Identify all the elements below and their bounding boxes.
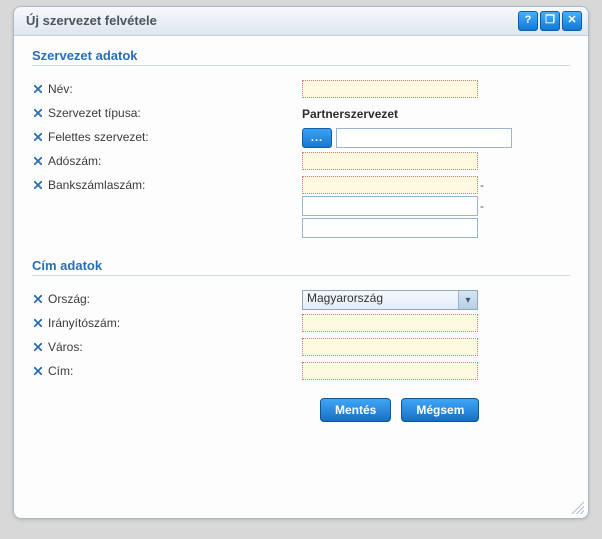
dash-2: - <box>480 199 484 213</box>
titlebar-buttons: ? ❐ ✕ <box>518 11 582 31</box>
label-nev: Név: <box>32 80 302 96</box>
bullet-icon <box>34 295 42 303</box>
bullet-icon <box>34 181 42 189</box>
label-irsz: Irányítószám: <box>32 314 302 330</box>
bullet-icon <box>34 133 42 141</box>
felettes-input[interactable] <box>336 128 512 148</box>
section-szervezet-title: Szervezet adatok <box>32 48 570 66</box>
label-adoszam: Adószám: <box>32 152 302 168</box>
dialog-window: Új szervezet felvétele ? ❐ ✕ Szervezet a… <box>13 6 589 519</box>
bullet-icon <box>34 157 42 165</box>
felettes-lookup-button[interactable]: ... <box>302 128 332 148</box>
tipus-value: Partnerszervezet <box>302 104 398 121</box>
label-tipus: Szervezet típusa: <box>32 104 302 120</box>
label-felettes: Felettes szervezet: <box>32 128 302 144</box>
bankszamla-input-2[interactable] <box>302 196 478 216</box>
bullet-icon <box>34 109 42 117</box>
section-cim-title: Cím adatok <box>32 258 570 276</box>
label-orszag: Ország: <box>32 290 302 306</box>
maximize-button[interactable]: ❐ <box>540 11 560 31</box>
cancel-button[interactable]: Mégsem <box>401 398 479 422</box>
adoszam-input[interactable] <box>302 152 478 170</box>
label-bankszamla: Bankszámlaszám: <box>32 176 302 192</box>
label-varos: Város: <box>32 338 302 354</box>
help-button[interactable]: ? <box>518 11 538 31</box>
bankszamla-input-1[interactable] <box>302 176 478 194</box>
bullet-icon <box>34 85 42 93</box>
label-cim: Cím: <box>32 362 302 378</box>
varos-input[interactable] <box>302 338 478 356</box>
bullet-icon <box>34 319 42 327</box>
orszag-select-value: Magyarország <box>302 290 478 310</box>
irsz-input[interactable] <box>302 314 478 332</box>
cim-input[interactable] <box>302 362 478 380</box>
resize-grip-icon[interactable] <box>570 500 584 514</box>
save-button[interactable]: Mentés <box>320 398 391 422</box>
bullet-icon <box>34 343 42 351</box>
nev-input[interactable] <box>302 80 478 98</box>
window-title: Új szervezet felvétele <box>26 7 157 35</box>
orszag-select[interactable]: Magyarország ▾ <box>302 290 478 310</box>
dash-1: - <box>480 178 484 192</box>
close-button[interactable]: ✕ <box>562 11 582 31</box>
chevron-down-icon: ▾ <box>458 291 477 309</box>
bullet-icon <box>34 367 42 375</box>
bankszamla-input-3[interactable] <box>302 218 478 238</box>
content-area: Szervezet adatok Név: Szervezet típusa: … <box>14 36 588 430</box>
titlebar: Új szervezet felvétele ? ❐ ✕ <box>14 7 588 36</box>
